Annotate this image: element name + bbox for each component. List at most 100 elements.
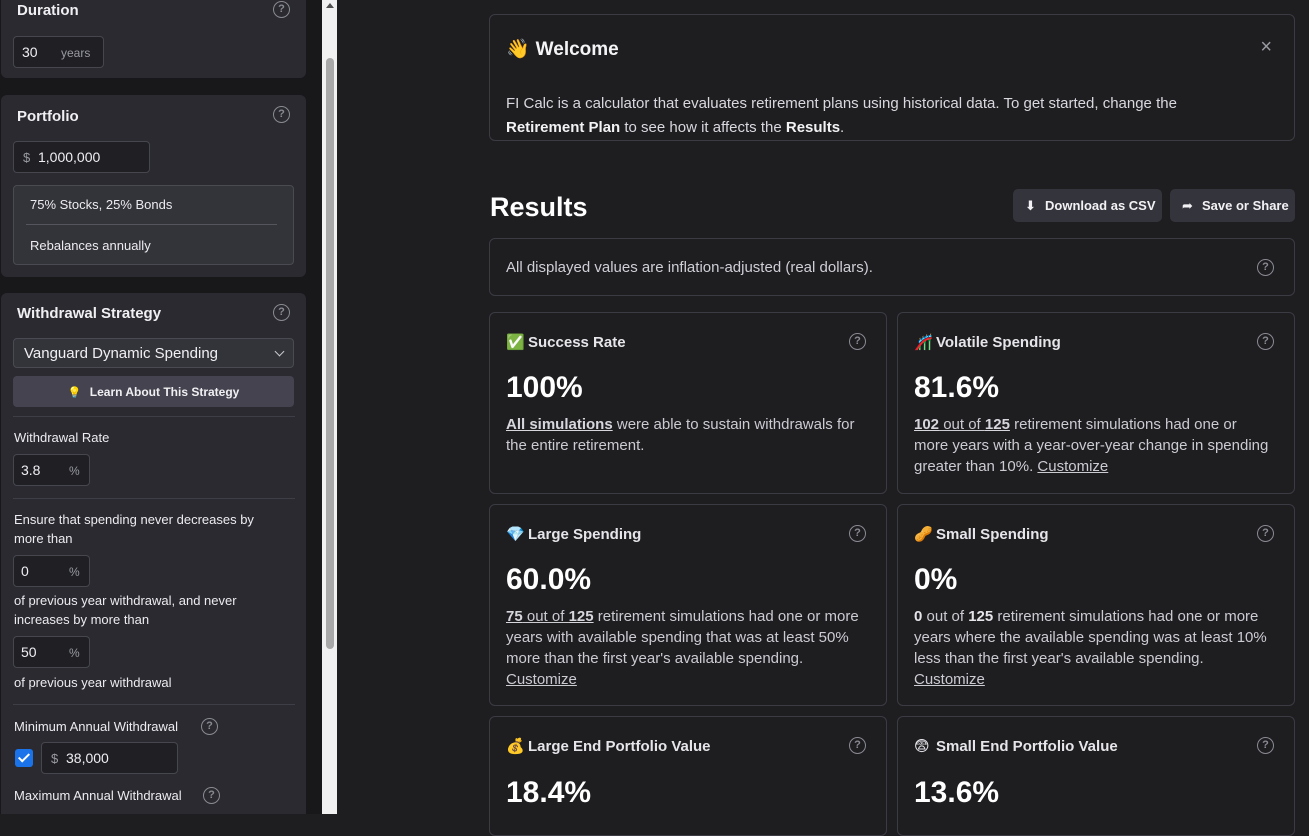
download-csv-label: Download as CSV bbox=[1045, 198, 1156, 213]
allocation-box[interactable]: 75% Stocks, 25% Bonds Rebalances annuall… bbox=[13, 185, 294, 265]
large-end-portfolio-title-text: Large End Portfolio Value bbox=[528, 738, 711, 755]
strategy-select[interactable]: Vanguard Dynamic Spending bbox=[13, 338, 294, 368]
close-icon[interactable]: × bbox=[1260, 37, 1272, 57]
large-of-text[interactable]: out of bbox=[523, 608, 569, 625]
welcome-title: Welcome bbox=[535, 39, 619, 60]
duration-value: 30 bbox=[22, 44, 38, 60]
large-spending-help-icon[interactable]: ? bbox=[849, 525, 866, 542]
download-icon: ⬇ bbox=[1025, 198, 1036, 213]
small-spending-title: 🥜 Small Spending bbox=[914, 525, 1049, 543]
portfolio-value: 1,000,000 bbox=[38, 149, 101, 165]
scroll-up-arrow-icon[interactable] bbox=[326, 3, 334, 8]
allocation-divider bbox=[26, 224, 277, 225]
increase-pct: % bbox=[69, 646, 80, 660]
large-spending-title: 💎 Large Spending bbox=[506, 525, 641, 543]
check-mark-icon: ✅ bbox=[506, 334, 525, 351]
small-end-portfolio-help-icon[interactable]: ? bbox=[1257, 737, 1274, 754]
duration-help-icon[interactable]: ? bbox=[273, 1, 290, 18]
volatile-of-text[interactable]: out of bbox=[939, 416, 985, 433]
volatile-spending-help-icon[interactable]: ? bbox=[1257, 333, 1274, 350]
share-icon: ➦ bbox=[1182, 198, 1193, 213]
learn-strategy-label: Learn About This Strategy bbox=[89, 385, 240, 399]
results-highlight: Results bbox=[785, 119, 841, 136]
welcome-text-part: FI Calc is a calculator that evaluates r… bbox=[506, 95, 1177, 112]
small-end-portfolio-title: 😨 Small End Portfolio Value bbox=[914, 737, 1118, 755]
welcome-text-part: . bbox=[840, 119, 845, 136]
gem-icon: 💎 bbox=[506, 526, 525, 543]
large-end-portfolio-help-icon[interactable]: ? bbox=[849, 737, 866, 754]
roller-coaster-icon: 🎢 bbox=[914, 334, 933, 351]
small-spending-value: 0% bbox=[914, 563, 958, 596]
wave-icon: 👋 bbox=[506, 39, 530, 60]
retirement-plan-highlight: Retirement Plan bbox=[506, 119, 621, 136]
small-end-portfolio-title-text: Small End Portfolio Value bbox=[936, 738, 1118, 755]
decrease-label: Ensure that spending never decreases by … bbox=[14, 512, 254, 546]
volatile-total-link[interactable]: 125 bbox=[985, 416, 1010, 433]
sidebar: Duration ? 30 years Portfolio ? $ 1,000,… bbox=[0, 0, 322, 814]
rate-pct: % bbox=[69, 464, 80, 478]
small-spending-desc: 0 out of 125 retirement simulations had … bbox=[914, 606, 1274, 690]
results-title: Results bbox=[490, 192, 588, 222]
rebalance-text: Rebalances annually bbox=[30, 238, 151, 253]
fearful-face-icon: 😨 bbox=[914, 738, 930, 755]
portfolio-currency: $ bbox=[23, 150, 31, 165]
withdrawal-help-icon[interactable]: ? bbox=[273, 304, 290, 321]
large-count-link[interactable]: 75 bbox=[506, 608, 523, 625]
welcome-heading: 👋 Welcome bbox=[506, 37, 619, 61]
volatile-spending-card: 🎢 Volatile Spending ? 81.6% 102 out of 12… bbox=[897, 312, 1295, 494]
learn-strategy-button[interactable]: 💡 Learn About This Strategy bbox=[13, 376, 294, 407]
welcome-text-part: to see how it affects the bbox=[620, 119, 786, 136]
inflation-help-icon[interactable]: ? bbox=[1257, 259, 1274, 276]
portfolio-value-input[interactable]: $ 1,000,000 bbox=[13, 141, 150, 173]
large-total-link[interactable]: 125 bbox=[569, 608, 594, 625]
success-rate-help-icon[interactable]: ? bbox=[849, 333, 866, 350]
large-spending-value: 60.0% bbox=[506, 563, 592, 596]
large-spending-title-text: Large Spending bbox=[528, 526, 642, 543]
increase-input[interactable]: 50 % bbox=[13, 636, 90, 668]
volatile-spending-desc: 102 out of 125 retirement simulations ha… bbox=[914, 414, 1274, 477]
small-spending-title-text: Small Spending bbox=[936, 526, 1049, 543]
decrease-value: 0 bbox=[21, 563, 29, 579]
save-share-label: Save or Share bbox=[1202, 198, 1289, 213]
min-withdrawal-label: Minimum Annual Withdrawal bbox=[14, 719, 179, 734]
large-end-portfolio-card: 💰 Large End Portfolio Value ? 18.4% bbox=[489, 716, 887, 836]
money-bag-icon: 💰 bbox=[506, 738, 525, 755]
min-withdrawal-checkbox[interactable] bbox=[15, 749, 33, 767]
small-spending-help-icon[interactable]: ? bbox=[1257, 525, 1274, 542]
portfolio-title: Portfolio bbox=[17, 108, 79, 125]
min-withdrawal-input[interactable]: $ 38,000 bbox=[41, 742, 178, 774]
large-customize-link[interactable]: Customize bbox=[506, 671, 577, 688]
success-rate-title: ✅ Success Rate bbox=[506, 333, 626, 351]
checkmark-icon bbox=[17, 750, 31, 763]
success-rate-desc: All simulations were able to sustain wit… bbox=[506, 414, 866, 456]
volatile-customize-link[interactable]: Customize bbox=[1037, 458, 1108, 475]
download-csv-button[interactable]: ⬇ Download as CSV bbox=[1013, 189, 1162, 222]
rate-input[interactable]: 3.8 % bbox=[13, 454, 90, 486]
duration-suffix: years bbox=[61, 46, 91, 60]
small-end-portfolio-card: 😨 Small End Portfolio Value ? 13.6% bbox=[897, 716, 1295, 836]
duration-input[interactable]: 30 years bbox=[13, 36, 104, 68]
max-withdrawal-help-icon[interactable]: ? bbox=[203, 787, 220, 804]
min-withdrawal-currency: $ bbox=[51, 751, 59, 766]
save-share-button[interactable]: ➦ Save or Share bbox=[1170, 189, 1295, 222]
all-simulations-link[interactable]: All simulations bbox=[506, 416, 613, 433]
tail-label: of previous year withdrawal bbox=[14, 675, 172, 690]
max-withdrawal-label: Maximum Annual Withdrawal bbox=[14, 788, 182, 803]
decrease-pct: % bbox=[69, 565, 80, 579]
strategy-selected: Vanguard Dynamic Spending bbox=[24, 345, 219, 362]
small-total: 125 bbox=[968, 608, 994, 625]
inflation-note-panel: All displayed values are inflation-adjus… bbox=[489, 238, 1295, 296]
small-customize-link[interactable]: Customize bbox=[914, 671, 985, 688]
lightbulb-icon: 💡 bbox=[67, 387, 82, 399]
portfolio-card: Portfolio ? $ 1,000,000 75% Stocks, 25% … bbox=[1, 95, 306, 277]
decrease-input[interactable]: 0 % bbox=[13, 555, 90, 587]
duration-card: Duration ? 30 years bbox=[1, 0, 306, 78]
large-end-portfolio-value: 18.4% bbox=[506, 776, 592, 809]
volatile-count-link[interactable]: 102 bbox=[914, 416, 939, 433]
portfolio-help-icon[interactable]: ? bbox=[273, 106, 290, 123]
chevron-down-icon bbox=[274, 346, 285, 357]
increase-value: 50 bbox=[21, 644, 37, 660]
min-withdrawal-help-icon[interactable]: ? bbox=[201, 718, 218, 735]
sidebar-scrollbar-thumb[interactable] bbox=[326, 58, 334, 649]
volatile-spending-value: 81.6% bbox=[914, 371, 1000, 404]
